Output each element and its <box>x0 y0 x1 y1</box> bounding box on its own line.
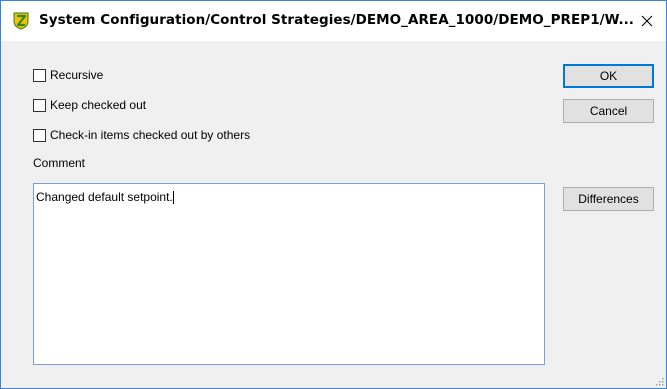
comment-textarea[interactable]: Changed default setpoint. <box>33 183 545 365</box>
keep-checked-out-checkbox[interactable]: Keep checked out <box>33 97 146 113</box>
keep-checked-out-checkbox-box[interactable] <box>33 98 46 112</box>
checkin-others-label: Check-in items checked out by others <box>50 128 251 142</box>
text-caret <box>172 191 174 205</box>
differences-button[interactable]: Differences <box>563 187 654 211</box>
cancel-button[interactable]: Cancel <box>563 99 654 123</box>
window-title: System Configuration/Control Strategies/… <box>39 12 634 28</box>
keep-checked-out-label: Keep checked out <box>50 98 147 112</box>
title-bar[interactable]: System Configuration/Control Strategies/… <box>1 1 666 41</box>
comment-text: Changed default setpoint. <box>36 190 173 204</box>
recursive-checkbox-box[interactable] <box>33 68 46 82</box>
recursive-checkbox[interactable]: Recursive <box>33 67 103 83</box>
app-shield-icon <box>13 12 29 30</box>
resize-grip-icon[interactable] <box>654 376 664 386</box>
close-icon <box>641 15 653 27</box>
checkin-dialog: System Configuration/Control Strategies/… <box>0 0 667 389</box>
recursive-label: Recursive <box>50 68 104 82</box>
ok-button[interactable]: OK <box>563 64 654 88</box>
comment-label: Comment <box>33 156 86 170</box>
checkin-others-checkbox-box[interactable] <box>33 128 46 142</box>
checkin-others-checkbox[interactable]: Check-in items checked out by others <box>33 127 250 143</box>
close-button[interactable] <box>634 9 660 33</box>
